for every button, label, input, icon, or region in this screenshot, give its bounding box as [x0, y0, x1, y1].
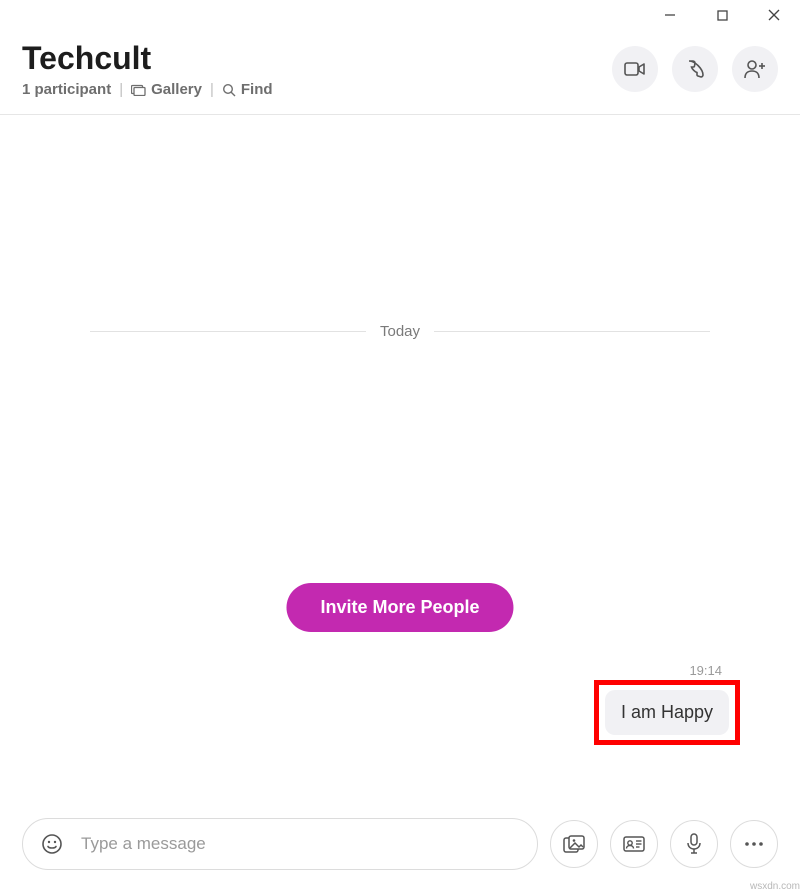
media-icon: [563, 835, 585, 853]
chat-subline: 1 participant | Gallery | Find: [22, 81, 273, 98]
search-icon: [222, 83, 236, 97]
compose-input-container[interactable]: [22, 818, 538, 870]
chat-header: Techcult 1 participant | Gallery | Find: [0, 30, 800, 115]
highlight-annotation: I am Happy: [594, 680, 740, 745]
chat-area: Today Invite More People 19:14 I am Happ…: [0, 115, 800, 775]
minimize-button[interactable]: [644, 0, 696, 30]
gallery-icon: [131, 84, 146, 96]
separator: |: [119, 81, 123, 98]
date-divider: Today: [90, 323, 710, 340]
chat-header-info: Techcult 1 participant | Gallery | Find: [22, 40, 273, 98]
find-button[interactable]: Find: [222, 81, 273, 98]
video-icon: [624, 61, 646, 77]
invite-more-people-button[interactable]: Invite More People: [286, 583, 513, 632]
header-actions: [612, 46, 778, 92]
maximize-button[interactable]: [696, 0, 748, 30]
date-divider-label: Today: [366, 323, 434, 340]
emoji-button[interactable]: [37, 829, 67, 859]
message-input[interactable]: [79, 833, 529, 855]
message-bubble[interactable]: I am Happy: [605, 690, 729, 735]
contact-card-icon: [623, 836, 645, 852]
attach-media-button[interactable]: [550, 820, 598, 868]
microphone-icon: [686, 833, 702, 855]
voice-message-button[interactable]: [670, 820, 718, 868]
person-add-icon: [743, 59, 767, 79]
more-options-button[interactable]: [730, 820, 778, 868]
phone-icon: [685, 59, 705, 79]
composer: [22, 818, 778, 870]
participant-count[interactable]: 1 participant: [22, 81, 111, 98]
add-people-button[interactable]: [732, 46, 778, 92]
message-timestamp: 19:14: [689, 663, 722, 678]
message-text: I am Happy: [621, 702, 713, 722]
watermark: wsxdn.com: [750, 881, 800, 892]
gallery-button[interactable]: Gallery: [131, 81, 202, 98]
separator: |: [210, 81, 214, 98]
more-horizontal-icon: [744, 841, 764, 847]
share-contact-button[interactable]: [610, 820, 658, 868]
emoji-icon: [40, 832, 64, 856]
chat-title[interactable]: Techcult: [22, 40, 273, 77]
titlebar: [0, 0, 800, 30]
audio-call-button[interactable]: [672, 46, 718, 92]
video-call-button[interactable]: [612, 46, 658, 92]
close-button[interactable]: [748, 0, 800, 30]
